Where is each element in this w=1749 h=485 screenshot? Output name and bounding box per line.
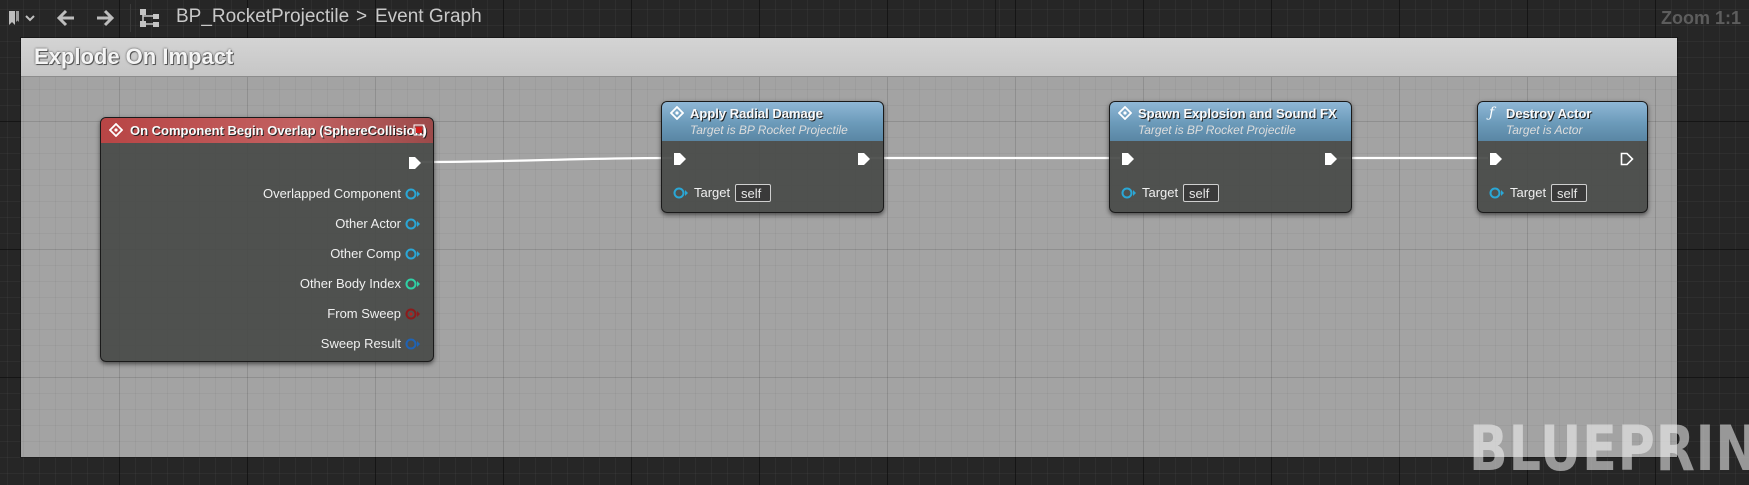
node-title: Destroy Actor [1506,106,1592,121]
node-title: Spawn Explosion and Sound FX [1138,106,1337,121]
node-header: Spawn Explosion and Sound FX Target is B… [1110,102,1351,141]
pin-label-sweep-result: Sweep Result [320,336,401,351]
struct-pin-sweep-result[interactable] [405,337,421,351]
object-pin-target[interactable] [673,186,689,200]
node-header: ƒ Destroy Actor Target is Actor [1478,102,1647,141]
pin-label-from-sweep: From Sweep [327,306,401,321]
exec-wire-1 [419,156,673,164]
exec-out-pin[interactable] [408,156,422,170]
function-node-apply-radial-damage[interactable]: Apply Radial Damage Target is BP Rocket … [661,101,884,213]
exec-in-pin[interactable] [1489,152,1503,166]
target-self-field[interactable]: self [735,184,771,202]
node-subtitle: Target is Actor [1506,123,1583,137]
target-self-field[interactable]: self [1183,184,1219,202]
node-header: On Component Begin Overlap (SphereCollis… [101,118,433,143]
function-diamond-icon [1118,106,1132,120]
object-pin-target[interactable] [1489,186,1505,200]
node-title: Apply Radial Damage [690,106,823,121]
exec-out-pin[interactable] [1324,152,1338,166]
pin-label-target: Target [694,185,731,200]
event-diamond-icon [109,123,123,137]
int-pin-other-body-index[interactable] [405,277,421,291]
pin-label-target: Target [1142,185,1179,200]
pin-label-target: Target [1510,185,1547,200]
node-header: Apply Radial Damage Target is BP Rocket … [662,102,883,141]
pin-label-other-comp: Other Comp [330,246,401,261]
function-diamond-icon [670,106,684,120]
function-f-icon: ƒ [1489,105,1495,121]
target-self-field[interactable]: self [1551,184,1587,202]
function-node-spawn-explosion[interactable]: Spawn Explosion and Sound FX Target is B… [1109,101,1352,213]
exec-in-pin[interactable] [673,152,687,166]
object-pin-other-comp[interactable] [405,247,421,261]
node-subtitle: Target is BP Rocket Projectile [690,123,848,137]
object-pin-target[interactable] [1121,186,1137,200]
pin-label-other-actor: Other Actor [335,216,401,231]
object-pin-other-actor[interactable] [405,217,421,231]
object-pin-overlapped-component[interactable] [405,187,421,201]
exec-out-pin-unconnected[interactable] [1620,152,1634,166]
exec-out-pin[interactable] [857,152,871,166]
pin-label-other-body-index: Other Body Index [299,276,401,291]
function-node-destroy-actor[interactable]: ƒ Destroy Actor Target is Actor Target s… [1477,101,1648,213]
node-subtitle: Target is BP Rocket Projectile [1138,123,1296,137]
pin-label-overlapped-component: Overlapped Component [262,186,401,201]
delegate-pin-icon[interactable] [413,124,425,136]
event-node-begin-overlap[interactable]: On Component Begin Overlap (SphereCollis… [100,117,434,362]
node-title: On Component Begin Overlap (SphereCollis… [130,123,427,138]
bool-pin-from-sweep[interactable] [405,307,421,321]
exec-in-pin[interactable] [1121,152,1135,166]
